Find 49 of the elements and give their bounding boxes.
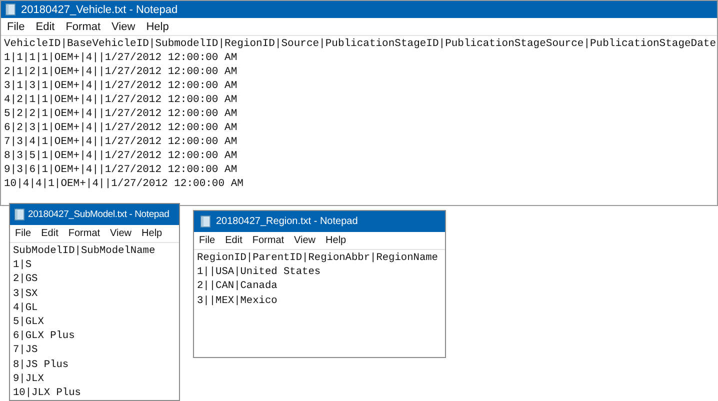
window-title: 20180427_Vehicle.txt - Notepad: [21, 4, 178, 16]
text-line: 10|JLX Plus: [13, 386, 81, 400]
menu-item[interactable]: Edit: [36, 20, 55, 32]
text-line: 10|4|4|1|OEM+|4||1/27/2012 12:00:00 AM: [4, 177, 244, 191]
text-line: 2|1|2|1|OEM+|4||1/27/2012 12:00:00 AM: [4, 65, 238, 79]
text-line: 9|JLX: [13, 372, 44, 386]
menu-item[interactable]: View: [110, 228, 132, 239]
text-line: 1|S: [13, 258, 32, 272]
text-line: 3||MEX|Mexico: [197, 294, 278, 308]
window-title: 20180427_SubModel.txt - Notepad: [28, 209, 170, 220]
menu-item[interactable]: Edit: [41, 228, 58, 239]
menu-item[interactable]: View: [294, 235, 316, 246]
text-line: 7|JS: [13, 343, 38, 358]
text-area[interactable]: RegionID|ParentID|RegionAbbr|RegionName 1||USA|United States 2||CAN|Canada 3||MEX|Mexico: [194, 249, 445, 357]
text-line: 3|1|3|1|OEM+|4||1/27/2012 12:00:00 AM: [4, 79, 238, 93]
menu-item[interactable]: File: [199, 235, 216, 246]
text-line: 2|GS: [13, 272, 38, 287]
text-line: 4|GL: [13, 300, 38, 316]
text-line: 9|3|6|1|OEM+|4||1/27/2012 12:00:00 AM: [4, 163, 238, 177]
menu-item[interactable]: View: [112, 20, 136, 32]
text-line: 8|JS Plus: [13, 358, 69, 372]
menu-item[interactable]: Format: [66, 20, 101, 32]
text-line: 1|1|1|1|OEM+|4||1/27/2012 12:00:00 AM: [4, 51, 238, 65]
notepad-icon: [5, 3, 16, 16]
menu-item[interactable]: Edit: [225, 235, 242, 246]
text-line: SubModelID|SubModelName: [13, 244, 156, 258]
text-line: 2||CAN|Canada: [197, 279, 278, 294]
text-line: 6|GLX Plus: [13, 329, 75, 344]
menu-item[interactable]: File: [7, 20, 25, 32]
text-line: 6|2|3|1|OEM+|4||1/27/2012 12:00:00 AM: [4, 121, 238, 135]
notepad-icon: [14, 208, 25, 221]
text-line: 5|2|2|1|OEM+|4||1/27/2012 12:00:00 AM: [4, 107, 238, 121]
text-area[interactable]: SubModelID|SubModelName 1|S 2|GS 3|SX 4|GL 5|GLX 6|GLX Plus 7|JS 8|JS Plus 9|JLX 10|JLX Plus: [10, 242, 179, 401]
text-line: 7|3|4|1|OEM+|4||1/27/2012 12:00:00 AM: [4, 135, 238, 149]
menu-item[interactable]: File: [15, 228, 32, 239]
text-line: 3|SX: [13, 286, 38, 301]
menu-item[interactable]: Help: [326, 235, 346, 246]
menu-item[interactable]: Format: [68, 228, 100, 239]
text-line: VehicleID|BaseVehicleID|SubmodelID|RegionID|Source|PublicationStageID|PublicationStageSource|PublicationStageDate: [4, 37, 716, 51]
text-line: 8|3|5|1|OEM+|4||1/27/2012 12:00:00 AM: [4, 149, 238, 163]
text-line: 1||USA|United States: [197, 265, 321, 280]
text-line: 4|2|1|1|OEM+|4||1/27/2012 12:00:00 AM: [4, 93, 238, 107]
menu-item[interactable]: Help: [142, 228, 162, 239]
menu-item[interactable]: Format: [252, 235, 284, 246]
text-line: 5|GLX: [13, 315, 44, 330]
text-line: RegionID|ParentID|RegionAbbr|RegionName: [197, 251, 438, 266]
menu-item[interactable]: Help: [146, 20, 169, 32]
notepad-icon: [200, 215, 211, 228]
window-title: 20180427_Region.txt - Notepad: [216, 216, 358, 227]
